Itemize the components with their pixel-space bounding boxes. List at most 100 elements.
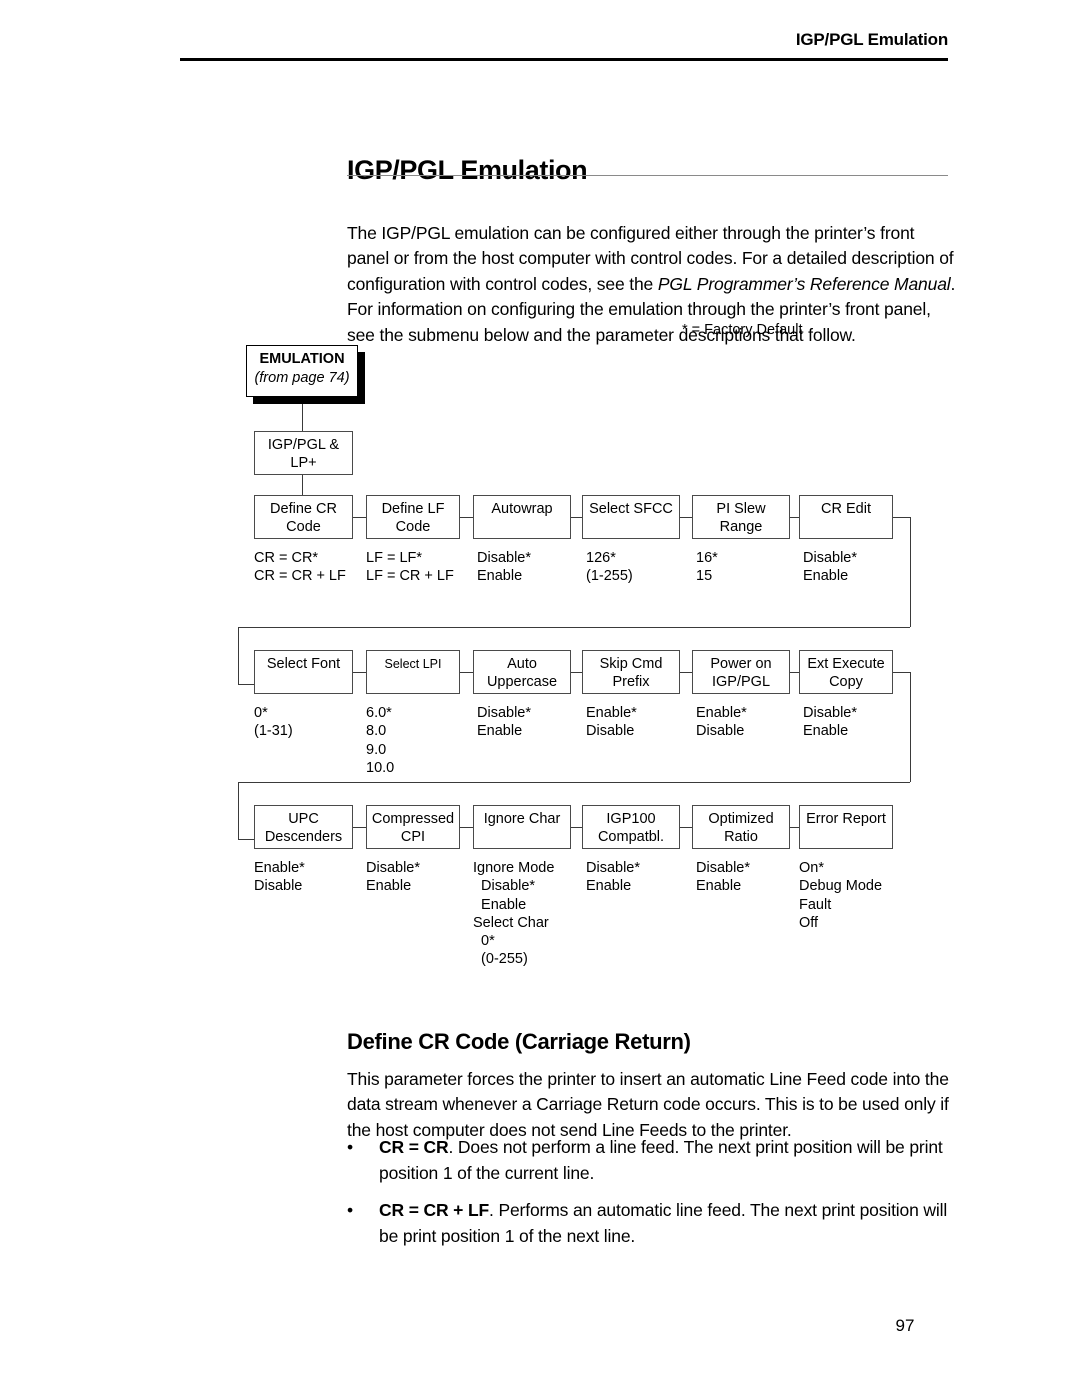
flow-box-define-cr-code: Define CR Code (254, 495, 353, 539)
option-value: Debug Mode (799, 878, 883, 895)
flow-box-label-line1: Select SFCC (589, 501, 673, 517)
option-value: Enable* (586, 705, 637, 721)
connector-r1-4 (680, 517, 692, 518)
wrap-r1-out-h (893, 517, 910, 518)
flow-box-label-line1: Ext Execute (807, 656, 885, 672)
flow-box-label-line2: IGP/PGL (711, 674, 771, 690)
factory-default-legend: * = Factory Default (682, 322, 803, 338)
option-value: Enable (477, 568, 523, 585)
option-value: On* (799, 860, 824, 876)
flow-options-select-sfcc: 126* (1-255) (586, 549, 633, 586)
connector-r2-4 (680, 672, 692, 673)
option-value: Enable (366, 878, 412, 895)
flow-box-emulation-root: EMULATION (from page 74) (246, 345, 358, 397)
flow-box-select-lpi: Select LPI (366, 650, 460, 694)
option-value: Enable (477, 723, 523, 740)
option-value: CR = CR + LF (254, 568, 346, 585)
option-value: Disable* (586, 860, 640, 876)
flow-box-label-line1: Optimized (708, 811, 774, 827)
option-value: Enable (696, 878, 742, 895)
flow-box-label-line1: Compressed (371, 811, 455, 827)
option-value: Enable* (254, 860, 305, 876)
flow-options-error-report: On* Debug Mode Fault Off (799, 859, 882, 932)
flow-options-define-lf-code: LF = LF* LF = CR + LF (366, 549, 454, 586)
flow-options-auto-uppercase: Disable* Enable (477, 704, 531, 741)
flow-box-select-sfcc: Select SFCC (582, 495, 680, 539)
option-value: Disable* (803, 705, 857, 721)
connector-r2-2 (460, 672, 473, 673)
wrap-r2-in-h (238, 684, 254, 685)
flow-box-emulation-subtitle: (from page 74) (254, 370, 350, 386)
connector-r3-4 (680, 827, 692, 828)
bullet-rest: . Does not perform a line feed. The next… (379, 1137, 943, 1183)
flow-options-ext-execute-copy: Disable* Enable (803, 704, 857, 741)
flow-box-auto-uppercase: Auto Uppercase (473, 650, 571, 694)
flow-box-label-line2: Uppercase (486, 674, 558, 690)
flow-box-label-line1: Skip Cmd (599, 656, 663, 672)
page-number: 97 (895, 1316, 915, 1335)
flow-options-optimized-ratio: Disable* Enable (696, 859, 750, 896)
flow-box-label-line1: Auto (507, 656, 537, 672)
bullet-term: CR = CR + LF (379, 1200, 490, 1220)
flow-options-skip-cmd-prefix: Enable* Disable (586, 704, 637, 741)
option-value: 10.0 (366, 759, 395, 776)
flow-options-igp100-compatbl: Disable* Enable (586, 859, 640, 896)
flow-box-igppgl-lp-line2: LP+ (290, 455, 317, 471)
flow-box-pi-slew-range: PI Slew Range (692, 495, 790, 539)
option-value: (1-255) (586, 568, 633, 585)
connector-r3-3 (571, 827, 582, 828)
connector-r3-1 (353, 827, 366, 828)
option-value: Disable* (696, 860, 750, 876)
option-value: 126* (586, 550, 616, 566)
option-value: Enable (803, 723, 849, 740)
option-value: Select Char (473, 914, 549, 931)
option-value: Enable (473, 896, 527, 913)
option-value: 0* (473, 933, 495, 950)
flow-box-label-line2: Ratio (724, 829, 758, 845)
wrap-r3-in-h (238, 839, 254, 840)
flow-box-ext-execute-copy: Ext Execute Copy (799, 650, 893, 694)
bullet-item-cr-cr-lf: • CR = CR + LF. Performs an automatic li… (347, 1198, 959, 1249)
option-value: LF = LF* (366, 550, 423, 566)
flow-box-label-line1: Select Font (266, 656, 341, 672)
flow-box-skip-cmd-prefix: Skip Cmd Prefix (582, 650, 680, 694)
option-value: Disable* (473, 878, 536, 895)
option-value: LF = CR + LF (366, 568, 454, 585)
flow-box-label-line2: Code (395, 519, 431, 535)
emulation-menu-flowchart: * = Factory Default EMULATION (from page… (0, 0, 1080, 1000)
flow-box-error-report: Error Report (799, 805, 893, 849)
option-value: Disable* (366, 860, 420, 876)
flow-box-optimized-ratio: Optimized Ratio (692, 805, 790, 849)
flow-box-select-font: Select Font (254, 650, 353, 694)
flow-box-autowrap: Autowrap (473, 495, 571, 539)
option-value: Disable (586, 723, 635, 740)
connector-r2-1 (353, 672, 366, 673)
option-value: 0* (254, 705, 268, 721)
option-value: 9.0 (366, 741, 387, 758)
flow-box-label-line1: Autowrap (491, 501, 553, 517)
flow-box-ignore-char: Ignore Char (473, 805, 571, 849)
connector-r3-5 (790, 827, 799, 828)
flow-box-label-line1: IGP100 (606, 811, 656, 827)
flow-box-label-line1: Error Report (806, 811, 886, 827)
flow-box-power-on-igppgl: Power on IGP/PGL (692, 650, 790, 694)
connector-r1-2 (460, 517, 473, 518)
flow-box-compressed-cpi: Compressed CPI (366, 805, 460, 849)
flow-box-igppgl-lp-line1: IGP/PGL & (267, 437, 340, 453)
option-value: Ignore Mode (473, 860, 555, 876)
flow-box-label-line1: UPC (288, 811, 319, 827)
flow-box-upc-descenders: UPC Descenders (254, 805, 353, 849)
flow-box-label-line2: CPI (400, 829, 426, 845)
bullet-text: CR = CR. Does not perform a line feed. T… (347, 1135, 959, 1186)
bullet-item-cr-cr: • CR = CR. Does not perform a line feed.… (347, 1135, 959, 1186)
flow-box-igppgl-lp: IGP/PGL & LP+ (254, 431, 353, 475)
flow-box-emulation-title: EMULATION (259, 351, 345, 367)
option-value: Disable (254, 878, 303, 895)
flow-box-label-line1: CR Edit (821, 501, 871, 517)
connector-r3-2 (460, 827, 473, 828)
flow-options-select-lpi: 6.0* 8.0 9.0 10.0 (366, 704, 394, 777)
option-value: Disable* (803, 550, 857, 566)
option-value: Disable* (477, 550, 531, 566)
bullet-marker: • (347, 1200, 353, 1220)
bullet-term: CR = CR (379, 1137, 449, 1157)
